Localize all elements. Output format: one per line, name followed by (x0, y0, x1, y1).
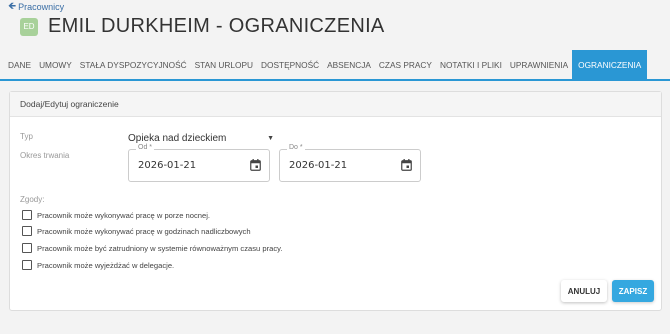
consent-overtime[interactable]: Pracownik może wykonywać pracę w godzina… (22, 226, 251, 236)
tab-dane[interactable]: DANE (4, 50, 35, 79)
consent-night-work[interactable]: Pracownik może wykonywać pracę w porze n… (22, 210, 210, 220)
tab-uprawnienia[interactable]: UPRAWNIENIA (506, 50, 572, 79)
back-link-label: Pracownicy (18, 2, 65, 12)
consents-label: Zgody: (20, 195, 45, 204)
checkbox[interactable] (22, 210, 32, 220)
checkbox[interactable] (22, 260, 32, 270)
consent-equivalent-system[interactable]: Pracownik może być zatrudniony w systemi… (22, 243, 282, 253)
form-header: Dodaj/Edytuj ograniczenie (10, 92, 661, 117)
tab-ograniczenia[interactable]: OGRANICZENIA (572, 50, 648, 79)
tab-czas-pracy[interactable]: CZAS PRACY (375, 50, 436, 79)
checkbox[interactable] (22, 243, 32, 253)
consent-label: Pracownik może wykonywać pracę w porze n… (37, 210, 211, 220)
date-to-value: 2026-01-21 (289, 160, 348, 171)
back-link-pracownicy[interactable]: 🡸 Pracownicy (8, 1, 65, 13)
caret-down-icon: ▼ (267, 134, 274, 142)
avatar: ED (20, 17, 38, 36)
date-from-value: 2026-01-21 (138, 160, 197, 171)
page-header: ED EMIL DURKHEIM - OGRANICZENIA (20, 15, 385, 38)
date-from-label: Od * (136, 144, 155, 151)
save-button[interactable]: ZAPISZ (612, 280, 654, 302)
type-label: Typ (20, 132, 33, 141)
consent-label: Pracownik może wykonywać pracę w godzina… (37, 226, 251, 236)
tab-dostepnosc[interactable]: DOSTĘPNOŚĆ (257, 50, 323, 79)
calendar-icon[interactable] (250, 159, 261, 171)
arrow-left-icon: 🡸 (8, 1, 17, 12)
tab-bar: DANE UMOWY STAŁA DYSPOZYCYJNOŚĆ STAN URL… (0, 50, 670, 81)
type-select[interactable]: Opieka nad dzieckiem ▼ (128, 131, 274, 145)
duration-label: Okres trwania (20, 151, 70, 160)
cancel-button[interactable]: ANULUJ (561, 280, 607, 302)
type-select-value: Opieka nad dzieckiem (128, 132, 227, 144)
checkbox[interactable] (22, 226, 32, 236)
restriction-form-card: Dodaj/Edytuj ograniczenie Typ Opieka nad… (9, 91, 662, 311)
calendar-icon[interactable] (401, 159, 412, 171)
consent-label: Pracownik może być zatrudniony w systemi… (37, 243, 283, 253)
date-from-field[interactable]: Od * 2026-01-21 (128, 144, 270, 182)
tab-stan-urlopu[interactable]: STAN URLOPU (191, 50, 257, 79)
tab-notatki-i-pliki[interactable]: NOTATKI I PLIKI (436, 50, 506, 79)
date-to-field[interactable]: Do * 2026-01-21 (279, 144, 421, 182)
tab-stala-dyspozycyjnosc[interactable]: STAŁA DYSPOZYCYJNOŚĆ (76, 50, 191, 79)
date-to-label: Do * (287, 144, 305, 151)
consent-business-trips[interactable]: Pracownik może wyjeżdżać w delegacje. (22, 260, 174, 270)
page-title: EMIL DURKHEIM - OGRANICZENIA (48, 15, 385, 37)
consent-label: Pracownik może wyjeżdżać w delegacje. (37, 260, 175, 270)
tab-absencja[interactable]: ABSENCJA (323, 50, 375, 79)
tab-umowy[interactable]: UMOWY (35, 50, 76, 79)
